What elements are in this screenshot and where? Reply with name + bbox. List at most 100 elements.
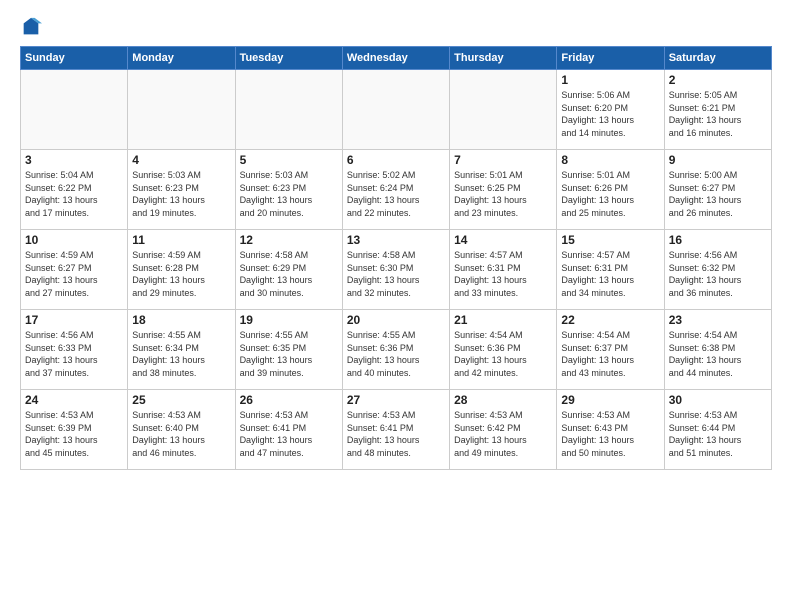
calendar-cell [342,70,449,150]
day-number: 15 [561,233,659,247]
calendar-cell: 4Sunrise: 5:03 AM Sunset: 6:23 PM Daylig… [128,150,235,230]
weekday-row: Sunday Monday Tuesday Wednesday Thursday… [21,47,772,70]
day-info: Sunrise: 4:53 AM Sunset: 6:41 PM Dayligh… [347,409,445,459]
calendar-cell: 26Sunrise: 4:53 AM Sunset: 6:41 PM Dayli… [235,390,342,470]
day-info: Sunrise: 4:55 AM Sunset: 6:36 PM Dayligh… [347,329,445,379]
day-info: Sunrise: 4:53 AM Sunset: 6:42 PM Dayligh… [454,409,552,459]
day-number: 20 [347,313,445,327]
calendar-cell: 20 Sunrise: 4:55 AM Sunset: 6:36 PM Dayli… [342,310,449,390]
day-info: Sunrise: 4:57 AM Sunset: 6:31 PM Dayligh… [454,249,552,299]
day-number: 19 [240,313,338,327]
calendar-cell: 11 Sunrise: 4:59 AM Sunset: 6:28 PM Dayli… [128,230,235,310]
header [20,16,772,38]
day-number: 11 [132,233,230,247]
day-info: Sunrise: 5:02 AM Sunset: 6:24 PM Dayligh… [347,169,445,219]
day-info: Sunrise: 4:54 AM Sunset: 6:37 PM Dayligh… [561,329,659,379]
calendar-cell: 18 Sunrise: 4:55 AM Sunset: 6:34 PM Dayli… [128,310,235,390]
calendar-cell: 30Sunrise: 4:53 AM Sunset: 6:44 PM Dayli… [664,390,771,470]
calendar-cell: 25Sunrise: 4:53 AM Sunset: 6:40 PM Dayli… [128,390,235,470]
calendar-cell: 16Sunrise: 4:56 AM Sunset: 6:32 PM Dayli… [664,230,771,310]
day-info: Sunrise: 4:58 AM Sunset: 6:30 PM Dayligh… [347,249,445,299]
day-number: 24 [25,393,123,407]
logo-icon [20,16,42,38]
day-info: Sunrise: 4:55 AM Sunset: 6:35 PM Dayligh… [240,329,338,379]
calendar-cell: 29 Sunrise: 4:53 AM Sunset: 6:43 PM Dayli… [557,390,664,470]
calendar-cell: 9Sunrise: 5:00 AM Sunset: 6:27 PM Daylig… [664,150,771,230]
day-number: 6 [347,153,445,167]
day-info: Sunrise: 4:54 AM Sunset: 6:38 PM Dayligh… [669,329,767,379]
weekday-monday: Monday [128,47,235,70]
calendar: Sunday Monday Tuesday Wednesday Thursday… [20,46,772,470]
day-number: 13 [347,233,445,247]
calendar-cell: 1 Sunrise: 5:06 AM Sunset: 6:20 PM Daylig… [557,70,664,150]
day-number: 12 [240,233,338,247]
calendar-cell: 14 Sunrise: 4:57 AM Sunset: 6:31 PM Dayli… [450,230,557,310]
calendar-cell: 6 Sunrise: 5:02 AM Sunset: 6:24 PM Daylig… [342,150,449,230]
calendar-cell: 5Sunrise: 5:03 AM Sunset: 6:23 PM Daylig… [235,150,342,230]
calendar-cell: 28 Sunrise: 4:53 AM Sunset: 6:42 PM Dayli… [450,390,557,470]
calendar-cell [450,70,557,150]
day-number: 28 [454,393,552,407]
day-number: 21 [454,313,552,327]
day-info: Sunrise: 4:53 AM Sunset: 6:43 PM Dayligh… [561,409,659,459]
weekday-saturday: Saturday [664,47,771,70]
day-number: 4 [132,153,230,167]
calendar-week-row: 3 Sunrise: 5:04 AM Sunset: 6:22 PM Daylig… [21,150,772,230]
day-number: 8 [561,153,659,167]
calendar-cell: 23 Sunrise: 4:54 AM Sunset: 6:38 PM Dayli… [664,310,771,390]
calendar-cell: 19 Sunrise: 4:55 AM Sunset: 6:35 PM Dayli… [235,310,342,390]
day-info: Sunrise: 4:59 AM Sunset: 6:27 PM Dayligh… [25,249,123,299]
day-number: 14 [454,233,552,247]
day-number: 18 [132,313,230,327]
weekday-tuesday: Tuesday [235,47,342,70]
day-number: 23 [669,313,767,327]
calendar-week-row: 1 Sunrise: 5:06 AM Sunset: 6:20 PM Daylig… [21,70,772,150]
calendar-cell: 21 Sunrise: 4:54 AM Sunset: 6:36 PM Dayli… [450,310,557,390]
calendar-cell: 13 Sunrise: 4:58 AM Sunset: 6:30 PM Dayli… [342,230,449,310]
calendar-cell: 10 Sunrise: 4:59 AM Sunset: 6:27 PM Dayli… [21,230,128,310]
day-info: Sunrise: 4:57 AM Sunset: 6:31 PM Dayligh… [561,249,659,299]
calendar-week-row: 24 Sunrise: 4:53 AM Sunset: 6:39 PM Dayli… [21,390,772,470]
day-number: 2 [669,73,767,87]
day-number: 16 [669,233,767,247]
day-number: 25 [132,393,230,407]
calendar-cell: 17 Sunrise: 4:56 AM Sunset: 6:33 PM Dayli… [21,310,128,390]
day-info: Sunrise: 5:04 AM Sunset: 6:22 PM Dayligh… [25,169,123,219]
day-info: Sunrise: 4:58 AM Sunset: 6:29 PM Dayligh… [240,249,338,299]
day-info: Sunrise: 5:06 AM Sunset: 6:20 PM Dayligh… [561,89,659,139]
calendar-cell: 2 Sunrise: 5:05 AM Sunset: 6:21 PM Daylig… [664,70,771,150]
day-info: Sunrise: 4:54 AM Sunset: 6:36 PM Dayligh… [454,329,552,379]
weekday-friday: Friday [557,47,664,70]
day-info: Sunrise: 4:53 AM Sunset: 6:39 PM Dayligh… [25,409,123,459]
calendar-cell: 22 Sunrise: 4:54 AM Sunset: 6:37 PM Dayli… [557,310,664,390]
day-number: 5 [240,153,338,167]
day-info: Sunrise: 4:59 AM Sunset: 6:28 PM Dayligh… [132,249,230,299]
page: Sunday Monday Tuesday Wednesday Thursday… [0,0,792,612]
day-number: 29 [561,393,659,407]
calendar-body: 1 Sunrise: 5:06 AM Sunset: 6:20 PM Daylig… [21,70,772,470]
day-info: Sunrise: 4:55 AM Sunset: 6:34 PM Dayligh… [132,329,230,379]
day-number: 10 [25,233,123,247]
calendar-cell [128,70,235,150]
day-info: Sunrise: 4:53 AM Sunset: 6:41 PM Dayligh… [240,409,338,459]
day-number: 9 [669,153,767,167]
calendar-cell: 27 Sunrise: 4:53 AM Sunset: 6:41 PM Dayli… [342,390,449,470]
logo [20,16,46,38]
day-number: 7 [454,153,552,167]
calendar-cell [235,70,342,150]
calendar-week-row: 17 Sunrise: 4:56 AM Sunset: 6:33 PM Dayli… [21,310,772,390]
weekday-sunday: Sunday [21,47,128,70]
day-number: 3 [25,153,123,167]
calendar-header: Sunday Monday Tuesday Wednesday Thursday… [21,47,772,70]
day-number: 22 [561,313,659,327]
day-info: Sunrise: 4:56 AM Sunset: 6:33 PM Dayligh… [25,329,123,379]
day-number: 27 [347,393,445,407]
calendar-cell [21,70,128,150]
weekday-thursday: Thursday [450,47,557,70]
calendar-cell: 8 Sunrise: 5:01 AM Sunset: 6:26 PM Daylig… [557,150,664,230]
day-number: 17 [25,313,123,327]
day-info: Sunrise: 5:01 AM Sunset: 6:26 PM Dayligh… [561,169,659,219]
day-number: 1 [561,73,659,87]
day-info: Sunrise: 5:05 AM Sunset: 6:21 PM Dayligh… [669,89,767,139]
calendar-cell: 7Sunrise: 5:01 AM Sunset: 6:25 PM Daylig… [450,150,557,230]
